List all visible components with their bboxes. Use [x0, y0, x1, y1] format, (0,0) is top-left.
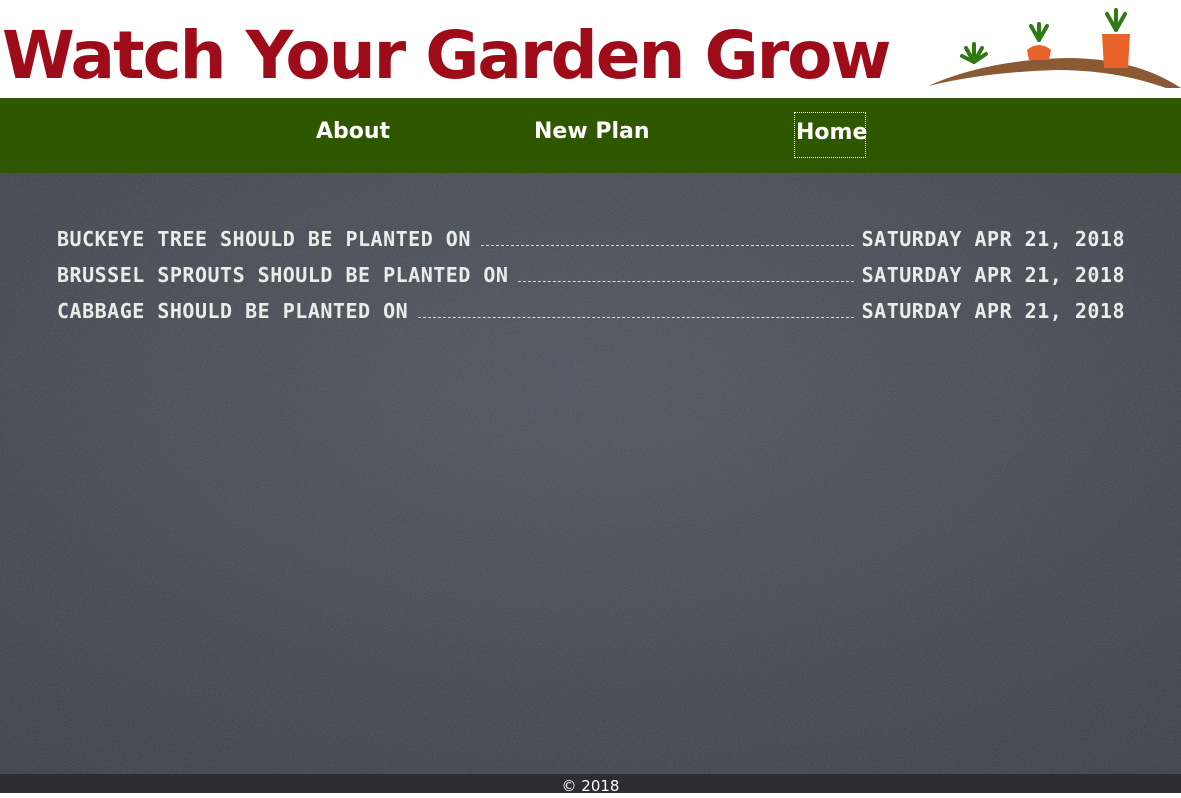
dotted-leader [480, 245, 854, 246]
plan-label: Cabbage should be planted on [57, 299, 409, 323]
plan-date: Saturday Apr 21, 2018 [861, 227, 1125, 251]
plan-label: Buckeye Tree should be planted on [57, 227, 471, 251]
plan-date: Saturday Apr 21, 2018 [861, 263, 1125, 287]
site-title: Watch Your Garden Grow [2, 17, 891, 94]
plan-row: Cabbage should be planted on Saturday Ap… [57, 289, 1125, 325]
plan-list: Buckeye Tree should be planted on Saturd… [57, 217, 1125, 325]
nav-item-home[interactable]: Home [794, 112, 867, 158]
site-footer: © 2018 [0, 774, 1181, 795]
plan-board: Buckeye Tree should be planted on Saturd… [0, 173, 1181, 774]
dotted-leader [418, 317, 854, 318]
main-nav: About New Plan Home [0, 98, 1181, 173]
carrots-in-soil-icon [928, 8, 1181, 88]
dotted-leader [518, 281, 854, 282]
nav-item-new-plan[interactable]: New Plan [534, 112, 650, 158]
copyright-text: © 2018 [561, 777, 620, 795]
plan-date: Saturday Apr 21, 2018 [861, 299, 1125, 323]
nav-item-about[interactable]: About [314, 112, 392, 158]
plan-row: Brussel Sprouts should be planted on Sat… [57, 253, 1125, 289]
site-header: Watch Your Garden Grow [0, 0, 1181, 98]
plan-label: Brussel Sprouts should be planted on [57, 263, 509, 287]
plan-row: Buckeye Tree should be planted on Saturd… [57, 217, 1125, 253]
